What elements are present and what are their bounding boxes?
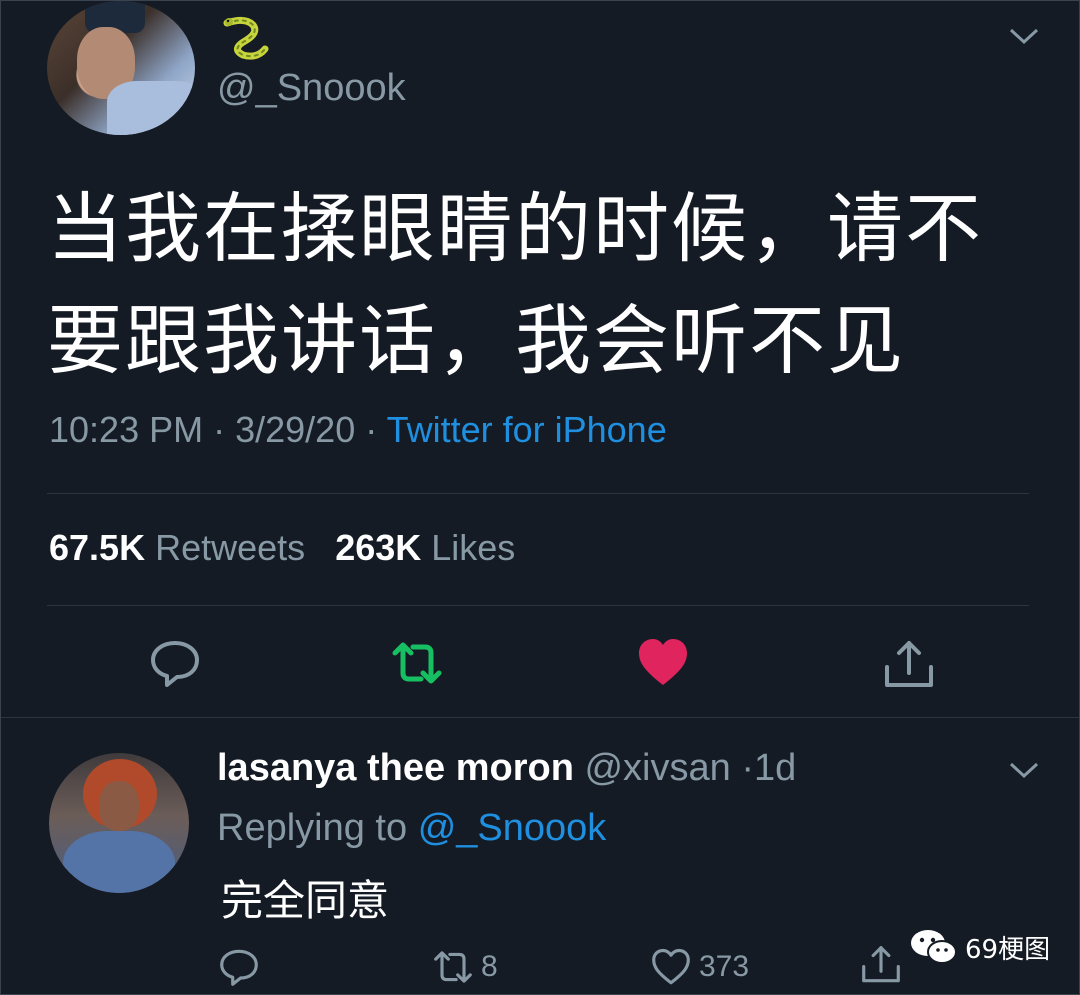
- chevron-down-icon[interactable]: [1007, 25, 1041, 47]
- tweet-text: 当我在揉眼睛的时候，请不要跟我讲话，我会听不见: [47, 184, 983, 385]
- retweet-icon[interactable]: [389, 635, 445, 691]
- likes-stat[interactable]: 263K Likes: [335, 527, 515, 568]
- chevron-down-icon[interactable]: [1007, 759, 1041, 781]
- reply-retweet-button[interactable]: 8: [431, 945, 498, 989]
- reply-like-count: 373: [699, 950, 750, 983]
- tweet-client[interactable]: Twitter for iPhone: [387, 409, 667, 450]
- share-icon[interactable]: [881, 637, 937, 693]
- tweet-meta: 10:23 PM · 3/29/20 · Twitter for iPhone: [49, 409, 667, 451]
- reply-share-button[interactable]: [859, 943, 903, 987]
- wechat-icon: [911, 930, 957, 964]
- tweet-screenshot: @_Snoook 当我在揉眼睛的时候，请不要跟我讲话，我会听不见 10:23 P…: [0, 0, 1080, 995]
- reply-icon[interactable]: [147, 635, 203, 691]
- snake-emoji-icon: [223, 16, 269, 60]
- reply-age[interactable]: 1d: [754, 747, 796, 789]
- reply-author-name[interactable]: lasanya thee moron: [217, 747, 574, 789]
- meta-separator: ·: [365, 409, 387, 450]
- like-icon: [652, 948, 690, 985]
- divider: [47, 605, 1029, 606]
- reply-text: 完全同意: [221, 876, 390, 925]
- divider: [47, 493, 1029, 494]
- tweet-time[interactable]: 10:23 PM: [49, 409, 203, 450]
- meta-separator: ·: [741, 747, 754, 789]
- reply-author-handle[interactable]: @xivsan: [584, 747, 730, 789]
- replying-mention[interactable]: @_Snoook: [418, 807, 607, 849]
- replying-to-line: Replying to @_Snoook: [217, 807, 606, 850]
- author-avatar[interactable]: [47, 1, 195, 135]
- watermark: 69梗图: [909, 927, 1050, 967]
- retweets-stat[interactable]: 67.5K Retweets: [49, 527, 305, 568]
- watermark-label: 69梗图: [965, 934, 1051, 965]
- like-icon[interactable]: [635, 635, 691, 691]
- retweet-icon: [434, 951, 472, 983]
- reply-icon: [220, 949, 258, 986]
- tweet-date[interactable]: 3/29/20: [235, 409, 355, 450]
- author-handle[interactable]: @_Snoook: [217, 67, 406, 110]
- tweet-stats: 67.5K Retweets 263K Likes: [49, 527, 515, 569]
- reply-author-avatar[interactable]: [49, 753, 189, 893]
- reply-reply-button[interactable]: [217, 945, 261, 989]
- reply-retweet-count: 8: [481, 950, 498, 983]
- reply-like-button[interactable]: 373: [649, 945, 749, 989]
- replying-prefix: Replying to: [217, 807, 408, 849]
- reply-header: lasanya thee moron @xivsan ·1d: [217, 747, 796, 790]
- meta-separator: ·: [213, 409, 236, 450]
- divider: [1, 717, 1079, 718]
- share-icon: [862, 946, 900, 983]
